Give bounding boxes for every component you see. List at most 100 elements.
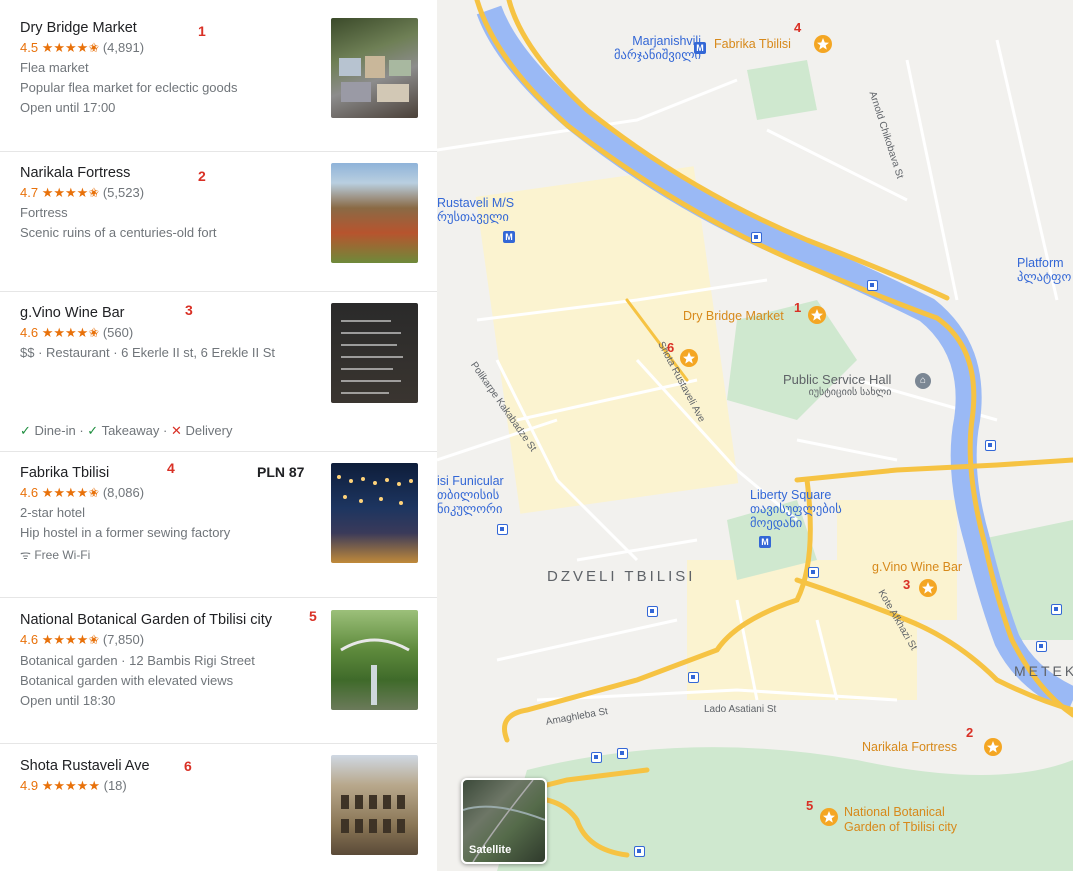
result-title[interactable]: Narikala Fortress: [20, 165, 130, 181]
satellite-label: Satellite: [469, 844, 512, 856]
bus-stop-icon[interactable]: [591, 752, 602, 763]
rating-value: 4.5: [20, 40, 39, 55]
place-label-botanical[interactable]: National Botanical Garden of Tbilisi cit…: [844, 805, 957, 835]
place-number: 2: [966, 725, 974, 740]
result-item-national-botanical-garden[interactable]: National Botanical Garden of Tbilisi cit…: [0, 598, 437, 744]
result-thumbnail[interactable]: [331, 303, 418, 403]
rating-value: 4.7: [20, 185, 39, 200]
result-item-dry-bridge-market[interactable]: Dry Bridge Market 1 4.5 ★★★★✬ (4,891) Fl…: [0, 0, 437, 152]
amenity: ᯤ Free Wi-Fi: [20, 546, 90, 563]
satellite-toggle-button[interactable]: Satellite: [461, 778, 547, 864]
map-view[interactable]: DZVELI TBILISI METEK Marjanishvili მარჯა…: [437, 0, 1073, 871]
dine-in-label: Dine-in ·: [34, 423, 84, 438]
cross-icon: ✕: [170, 423, 182, 438]
place-label-g-vino[interactable]: g.Vino Wine Bar: [872, 560, 962, 574]
station-name: Marjanishvili: [632, 34, 701, 48]
metro-icon[interactable]: M: [694, 42, 706, 54]
landmark-name-georgian: იუსტიციის სახლი: [808, 387, 892, 398]
rating-value: 4.6: [20, 325, 39, 340]
platform-station-label[interactable]: Platform პლატფო: [1017, 256, 1071, 284]
place-number: 6: [667, 340, 675, 355]
result-title[interactable]: National Botanical Garden of Tbilisi cit…: [20, 612, 272, 628]
result-title[interactable]: g.Vino Wine Bar: [20, 305, 125, 321]
result-title[interactable]: Shota Rustaveli Ave: [20, 758, 150, 774]
review-count: (560): [102, 325, 134, 340]
rating-value: 4.9: [20, 778, 39, 793]
star-pin-icon[interactable]: [983, 737, 1003, 757]
landmark-icon[interactable]: ⌂: [915, 373, 931, 389]
place-number: 5: [806, 798, 814, 813]
star-pin-icon[interactable]: [819, 807, 839, 827]
result-thumbnail[interactable]: [331, 463, 418, 563]
bus-stop-icon[interactable]: [751, 232, 762, 243]
funicular-station-label[interactable]: isi Funicular თბილისის ნიკულორი: [437, 474, 504, 516]
result-rating: 4.6 ★★★★✬ (7,850): [20, 632, 144, 648]
place-label-narikala[interactable]: Narikala Fortress: [862, 740, 957, 754]
bus-stop-icon[interactable]: [1036, 641, 1047, 652]
bus-stop-icon[interactable]: [634, 846, 645, 857]
bus-stop-icon[interactable]: [688, 672, 699, 683]
result-number: 5: [309, 608, 317, 624]
rustaveli-station-label[interactable]: Rustaveli M/S რუსთაველი: [437, 196, 514, 224]
bus-stop-icon[interactable]: [808, 567, 819, 578]
station-name-georgian: თბილისის: [437, 488, 500, 502]
check-icon: ✓: [87, 423, 99, 438]
metro-icon[interactable]: M: [503, 231, 515, 243]
wifi-label: Free Wi-Fi: [34, 548, 91, 562]
district-label-right: METEK: [1014, 663, 1073, 679]
takeaway-label: Takeaway ·: [101, 423, 168, 438]
star-pin-icon[interactable]: [918, 578, 938, 598]
result-number: 4: [167, 460, 175, 476]
district-label: DZVELI TBILISI: [547, 568, 696, 585]
result-item-narikala-fortress[interactable]: Narikala Fortress 2 4.7 ★★★★✬ (5,523) Fo…: [0, 152, 437, 292]
rating-value: 4.6: [20, 485, 39, 500]
place-label-dry-bridge[interactable]: Dry Bridge Market: [683, 309, 784, 323]
star-pin-icon[interactable]: [807, 305, 827, 325]
result-item-g-vino-wine-bar[interactable]: g.Vino Wine Bar 3 4.6 ★★★★✬ (560) $$ · R…: [0, 292, 437, 452]
street-label: Lado Asatiani St: [704, 704, 777, 715]
check-icon: ✓: [20, 423, 31, 438]
review-count: (4,891): [102, 40, 145, 55]
place-label-line: National Botanical: [844, 805, 945, 819]
place-number: 3: [903, 577, 911, 592]
star-icons: ★★★★✬: [41, 40, 100, 55]
place-number: 4: [794, 20, 802, 35]
station-name: Liberty Square: [750, 488, 832, 502]
bus-stop-icon[interactable]: [497, 524, 508, 535]
star-pin-icon[interactable]: [679, 348, 699, 368]
metro-icon[interactable]: M: [759, 536, 771, 548]
liberty-square-station-label[interactable]: Liberty Square თავისუფლების მოედანი: [750, 488, 842, 530]
public-service-hall-label[interactable]: Public Service Hall იუსტიციის სახლი: [783, 372, 891, 398]
result-thumbnail[interactable]: [331, 610, 418, 710]
result-rating: 4.9 ★★★★★ (18): [20, 778, 127, 794]
bus-stop-icon[interactable]: [867, 280, 878, 291]
star-icons: ★★★★★: [41, 778, 100, 793]
bus-stop-icon[interactable]: [985, 440, 996, 451]
result-rating: 4.6 ★★★★✬ (8,086): [20, 485, 144, 501]
review-count: (8,086): [102, 485, 145, 500]
station-name-georgian-2: ნიკულორი: [437, 502, 503, 516]
result-description: Botanical garden with elevated views: [20, 673, 234, 688]
result-thumbnail[interactable]: [331, 163, 418, 263]
result-category: 2-star hotel: [20, 505, 86, 520]
star-pin-icon[interactable]: [813, 34, 833, 54]
place-number: 1: [794, 300, 802, 315]
result-title[interactable]: Dry Bridge Market: [20, 20, 137, 36]
place-label-fabrika[interactable]: Fabrika Tbilisi: [714, 37, 791, 51]
bus-stop-icon[interactable]: [617, 748, 628, 759]
station-name: Rustaveli M/S: [437, 196, 515, 210]
bridge-photo-icon: [340, 638, 410, 705]
station-name-georgian: მარჯანიშვილი: [614, 48, 701, 62]
result-category: Botanical garden · 12 Bambis Rigi Street: [20, 653, 255, 668]
bus-stop-icon[interactable]: [647, 606, 658, 617]
star-icons: ★★★★✬: [41, 485, 100, 500]
result-item-fabrika-tbilisi[interactable]: Fabrika Tbilisi 4 PLN 87 4.6 ★★★★✬ (8,08…: [0, 452, 437, 598]
result-title[interactable]: Fabrika Tbilisi: [20, 465, 109, 481]
bus-stop-icon[interactable]: [1051, 604, 1062, 615]
result-item-shota-rustaveli-ave[interactable]: Shota Rustaveli Ave 6 4.9 ★★★★★ (18): [0, 744, 437, 871]
result-thumbnail[interactable]: [331, 755, 418, 855]
marjanishvili-station-label[interactable]: Marjanishvili მარჯანიშვილი: [614, 34, 701, 62]
map-park-narikala: [497, 747, 1073, 871]
result-thumbnail[interactable]: [331, 18, 418, 118]
station-name: isi Funicular: [437, 474, 504, 488]
